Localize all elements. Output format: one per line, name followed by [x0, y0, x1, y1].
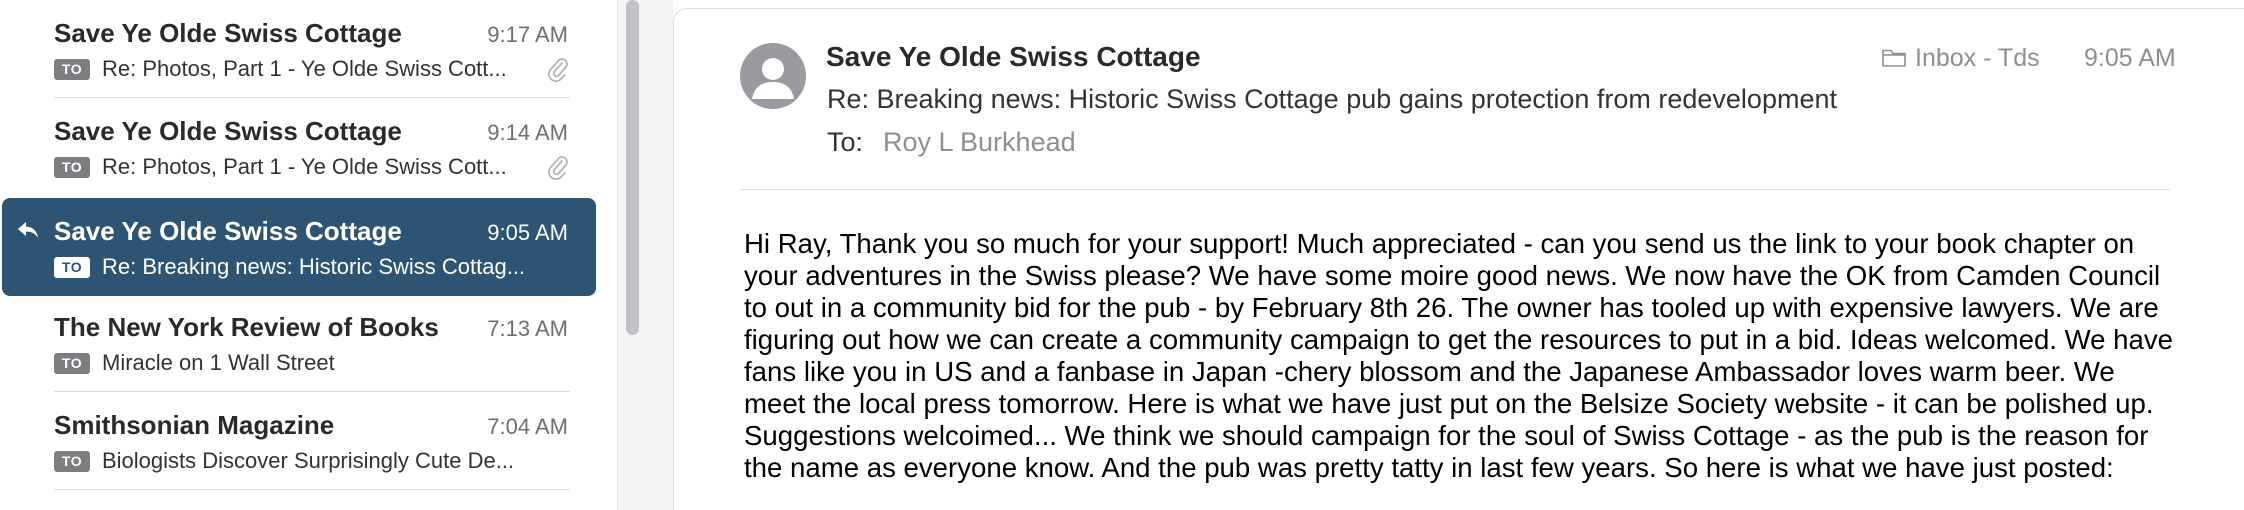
message-time: 9:05 AM — [487, 220, 568, 245]
message-list-item[interactable]: Save Ye Olde Swiss Cottage 9:14 AM TO Re… — [0, 98, 600, 196]
message-sender: Save Ye Olde Swiss Cottage — [54, 216, 402, 246]
message-reading-pane: Save Ye Olde Swiss Cottage Inbox - Tds 9… — [673, 8, 2244, 510]
body-line: fans like you in US and a fanbase in Jap… — [744, 356, 2115, 387]
to-badge: TO — [54, 59, 90, 80]
message-subject: Re: Breaking news: Historic Swiss Cottag… — [827, 84, 1837, 114]
person-avatar-icon[interactable] — [740, 43, 806, 109]
to-badge: TO — [54, 451, 90, 472]
pane-separator — [647, 0, 673, 510]
message-sender: Smithsonian Magazine — [54, 410, 335, 440]
message-subject: Re: Photos, Part 1 - Ye Olde Swiss Cott.… — [102, 56, 507, 81]
message-list-item[interactable]: The New York Review of Books 7:13 AM TO … — [0, 294, 600, 392]
message-sender: Save Ye Olde Swiss Cottage — [54, 116, 402, 146]
folder-name: Inbox - Tds — [1915, 43, 2040, 72]
message-subject: Biologists Discover Surprisingly Cute De… — [102, 448, 515, 473]
recipient-name[interactable]: Roy L Burkhead — [883, 127, 1076, 158]
header-divider — [740, 189, 2170, 190]
message-subject: Re: Photos, Part 1 - Ye Olde Swiss Cott.… — [102, 154, 507, 179]
message-subject: Miracle on 1 Wall Street — [102, 350, 335, 375]
message-subject: Re: Breaking news: Historic Swiss Cottag… — [102, 254, 526, 279]
avatar-silhouette — [752, 58, 794, 99]
to-badge: TO — [54, 353, 90, 374]
to-badge: TO — [54, 257, 90, 278]
message-time: 9:05 AM — [2084, 44, 2176, 72]
body-line: meet the local press tomorrow. Here is w… — [744, 388, 2154, 419]
folder-icon — [1882, 49, 1906, 67]
message-body: Hi Ray, Thank you so much for your suppo… — [744, 228, 2222, 484]
reply-arrow-icon — [18, 222, 38, 238]
body-line: the name as everyone know. And the pub w… — [744, 452, 2114, 483]
message-list-scrollbar[interactable] — [617, 0, 647, 510]
body-line: your adventures in the Swiss please? We … — [744, 260, 2161, 291]
message-time: 7:04 AM — [487, 414, 568, 439]
message-time: 9:17 AM — [487, 22, 568, 47]
message-sender: The New York Review of Books — [54, 312, 439, 342]
message-list-item[interactable]: Save Ye Olde Swiss Cottage 9:17 AM TO Re… — [0, 0, 600, 98]
paperclip-icon — [548, 58, 568, 82]
paperclip-icon — [548, 156, 568, 180]
to-label: To: — [827, 127, 864, 157]
body-line: figuring out how we can create a communi… — [744, 324, 2174, 355]
body-line: Suggestions welcoimed... We think we sho… — [744, 420, 2149, 451]
body-line: to out in a community bid for the pub - … — [744, 292, 2159, 323]
message-sender: Save Ye Olde Swiss Cottage — [54, 18, 402, 48]
message-list-item[interactable]: Smithsonian Magazine 7:04 AM TO Biologis… — [0, 392, 600, 490]
message-time: 9:14 AM — [487, 120, 568, 145]
message-list: Save Ye Olde Swiss Cottage 9:17 AM TO Re… — [0, 0, 617, 510]
mailbox-location[interactable]: Inbox - Tds — [1881, 43, 2040, 73]
message-list-item-selected[interactable]: Save Ye Olde Swiss Cottage 9:05 AM TO Re… — [2, 198, 596, 296]
to-badge: TO — [54, 157, 90, 178]
row-divider — [54, 489, 570, 490]
sender-name[interactable]: Save Ye Olde Swiss Cottage — [826, 41, 1201, 73]
message-time: 7:13 AM — [487, 316, 568, 341]
body-line: Hi Ray, Thank you so much for your suppo… — [744, 228, 2135, 259]
scrollbar-thumb[interactable] — [626, 0, 639, 335]
